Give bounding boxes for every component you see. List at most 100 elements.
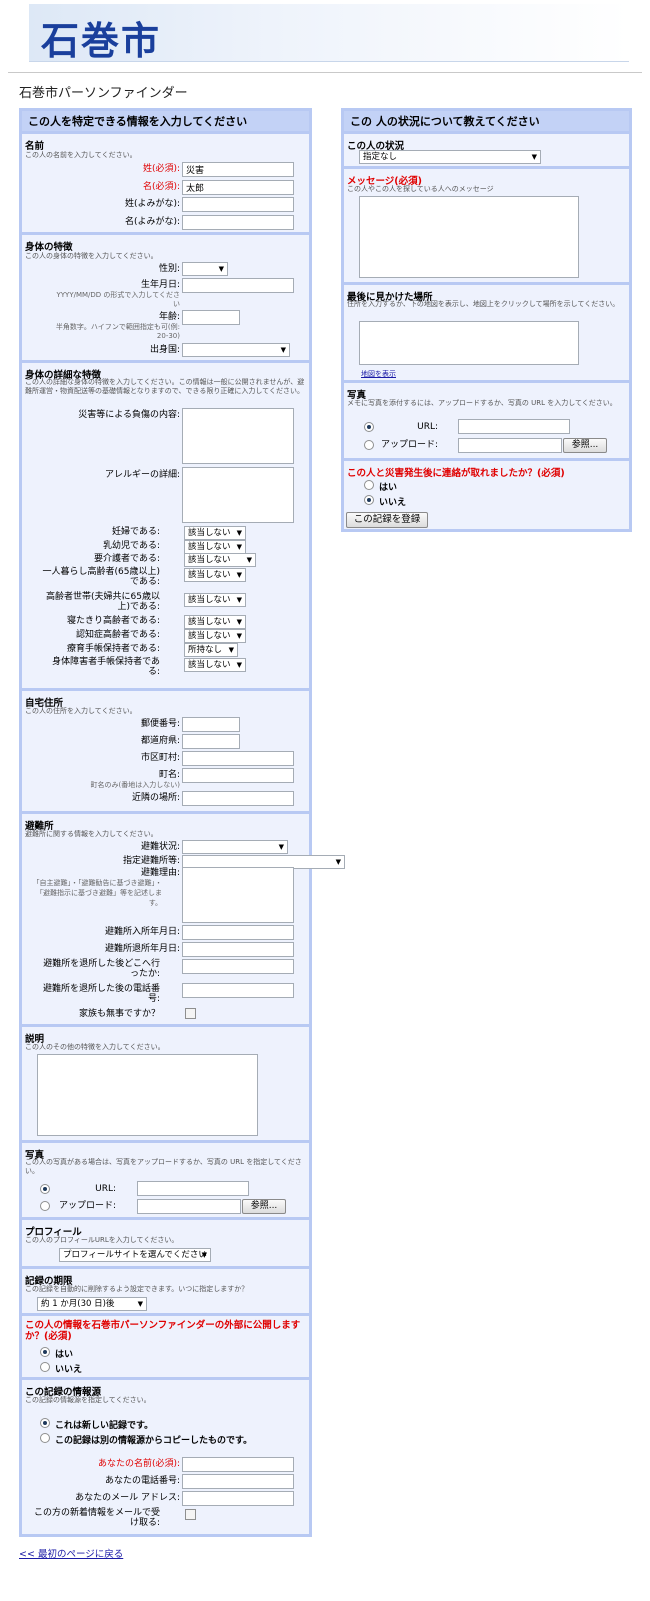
family-name-input[interactable] [182, 162, 294, 177]
dob-label: 生年月日: [140, 280, 180, 290]
source-copy-label: この記録は別の情報源からコピーしたものです。 [55, 1436, 253, 1446]
detail-select-rehab-card[interactable]: 所持なし ▼ [184, 643, 238, 657]
detail-select-bedridden[interactable]: 該当しない ▼ [184, 615, 246, 629]
shelter-reason-textarea[interactable] [182, 867, 294, 923]
profile-site-select[interactable]: プロフィールサイトを選んでください ▼ [59, 1248, 211, 1262]
photo-upload-radio[interactable] [40, 1201, 50, 1211]
shelter-out-label: 避難所退所年月日: [104, 944, 180, 954]
message-section-desc: この人やこの人を探している人へのメッセージ [347, 185, 494, 193]
city-input[interactable] [182, 751, 294, 766]
publish-question: この人の情報を石巻市パーソンファインダーの外部に公開しますか？(必須) [25, 1320, 301, 1342]
source-new-radio[interactable] [40, 1418, 50, 1428]
note-photo-url-radio[interactable] [364, 422, 374, 432]
detail-label-dementia: 認知症高齢者である: [76, 630, 160, 640]
shelter-section: 避難所 避難所に関する情報を入力してください。 避難状況: ▼ 指定避難所等: … [22, 811, 345, 1024]
dob-input[interactable] [182, 278, 294, 293]
shelter-phone-input[interactable] [182, 983, 294, 998]
submit-record-button[interactable]: この記録を登録 [346, 512, 428, 528]
detail-label-elderly-alone: 一人暮らし高齢者(65歳以上)である: [42, 567, 160, 587]
physical-section-desc: この人の身体の特徴を入力してください。 [25, 252, 158, 260]
show-map-link[interactable]: 地図を表示 [361, 369, 396, 379]
note-photo-upload-label: アップロード: [380, 440, 438, 450]
source-section-desc: この記録の情報源を指定してください。 [25, 1396, 151, 1404]
your-email-input[interactable] [182, 1491, 294, 1506]
detail-select-infant[interactable]: 該当しない ▼ [184, 540, 246, 554]
publish-section: この人の情報を石巻市パーソンファインダーの外部に公開しますか？(必須) はい い… [22, 1313, 309, 1377]
subscribe-checkbox[interactable] [185, 1509, 196, 1520]
shelter-phone-label: 避難所を退所した後の電話番号: [42, 984, 160, 1004]
sex-select[interactable]: ▼ [182, 262, 228, 276]
note-photo-upload-path[interactable] [458, 438, 562, 453]
identity-panel-heading: この人を特定できる情報を入力してください [22, 111, 309, 131]
physical-section: 身体の特徴 この人の身体の特徴を入力してください。 性別: ▼ 生年月日: YY… [22, 232, 309, 360]
shelter-in-input[interactable] [182, 925, 294, 940]
detail-select-disability-card[interactable]: 該当しない ▼ [184, 658, 246, 672]
source-section: この記録の情報源 この記録の情報源を指定してください。 これは新しい記録です。 … [22, 1377, 309, 1534]
note-photo-url-label: URL: [417, 422, 438, 432]
last-seen-textarea[interactable] [359, 321, 579, 365]
source-copy-radio[interactable] [40, 1433, 50, 1443]
shelter-out-input[interactable] [182, 942, 294, 957]
allergy-textarea[interactable] [182, 467, 294, 523]
detailed-section-desc: この人の詳細な身体の特徴を入力してください。この情報は一般に公開されませんが、避… [25, 378, 305, 395]
injury-textarea[interactable] [182, 408, 294, 464]
expiry-section-desc: この記録を自動的に削除するよう設定できます。いつに指定しますか？ [25, 1285, 249, 1293]
description-textarea[interactable] [37, 1054, 258, 1136]
photo-browse-button[interactable]: 参照... [242, 1199, 286, 1214]
photo-url-label: URL: [95, 1184, 116, 1194]
near-input[interactable] [182, 791, 294, 806]
family-safe-checkbox[interactable] [185, 1008, 196, 1019]
photo-upload-path[interactable] [137, 1199, 241, 1214]
family-safe-label: 家族も無事ですか？ [78, 1009, 160, 1019]
detail-label-care: 要介護者である: [94, 554, 160, 564]
your-name-input[interactable] [182, 1457, 294, 1472]
detail-select-care[interactable]: 該当しない ▼ [184, 553, 256, 567]
note-photo-browse-button[interactable]: 参照... [563, 438, 607, 453]
status-select[interactable]: 指定なし ▼ [359, 150, 541, 164]
publish-no-radio[interactable] [40, 1362, 50, 1372]
photo-url-radio[interactable] [40, 1184, 50, 1194]
town-hint: 町名のみ(番地は入力しない) [90, 781, 180, 789]
source-new-label: これは新しい記録です。 [55, 1421, 154, 1431]
contact-no-label: いいえ [379, 498, 407, 508]
age-hint: 半角数字。ハイフンで範囲指定も可(例: 20-30) [55, 323, 180, 340]
back-to-top-link[interactable]: << 最初のページに戻る [19, 1546, 123, 1560]
contact-yes-radio[interactable] [364, 480, 374, 490]
contact-yes-label: はい [379, 483, 398, 493]
detail-select-dementia[interactable]: 該当しない ▼ [184, 629, 246, 643]
family-kana-input[interactable] [182, 197, 294, 212]
given-kana-label: 名(よみがな): [124, 217, 180, 227]
subscribe-label: この方の新着情報をメールで受け取る: [33, 1508, 160, 1528]
dob-hint: YYYY/MM/DD の形式で入力してください [56, 291, 181, 308]
message-textarea[interactable] [359, 196, 579, 278]
message-section: メッセージ(必須) この人やこの人を探している人へのメッセージ [344, 166, 629, 282]
contact-no-radio[interactable] [364, 495, 374, 505]
person-identity-panel: この人を特定できる情報を入力してください 名前 この人の名前を入力してください。… [19, 108, 345, 1537]
detailed-physical-section: 身体の詳細な特徴 この人の詳細な身体の特徴を入力してください。この情報は一般に公… [22, 360, 309, 688]
zip-input[interactable] [182, 717, 240, 732]
town-input[interactable] [182, 768, 294, 783]
publish-yes-label: はい [55, 1350, 74, 1360]
note-photo-url-input[interactable] [458, 419, 570, 434]
given-kana-input[interactable] [182, 215, 294, 230]
note-photo-section-desc: メモに写真を添付するには、アップロードするか、写真の URL を入力してください… [347, 399, 617, 407]
publish-yes-radio[interactable] [40, 1347, 50, 1357]
photo-url-input[interactable] [137, 1181, 249, 1196]
detail-select-elderly-household[interactable]: 該当しない ▼ [184, 593, 246, 607]
origin-select[interactable]: ▼ [182, 343, 290, 357]
shelter-where-input[interactable] [182, 959, 294, 974]
shelter-status-select[interactable]: ▼ [182, 840, 288, 854]
your-phone-input[interactable] [182, 1474, 294, 1489]
age-input[interactable] [182, 310, 240, 325]
allergy-label: アレルギーの詳細: [104, 470, 180, 480]
expiry-select[interactable]: 約 1 か月(30 日)後 ▼ [37, 1297, 147, 1311]
detail-label-rehab-card: 療育手帳保持者である: [67, 644, 160, 654]
assigned-shelter-label: 指定避難所等: [122, 856, 180, 866]
your-email-label: あなたのメール アドレス: [75, 1493, 180, 1503]
detail-select-pregnant[interactable]: 該当しない ▼ [184, 526, 246, 540]
given-name-input[interactable] [182, 180, 294, 195]
detail-select-elderly-alone[interactable]: 該当しない ▼ [184, 568, 246, 582]
note-photo-upload-radio[interactable] [364, 440, 374, 450]
shelter-reason-label: 避難理由: [140, 868, 180, 878]
pref-input[interactable] [182, 734, 240, 749]
